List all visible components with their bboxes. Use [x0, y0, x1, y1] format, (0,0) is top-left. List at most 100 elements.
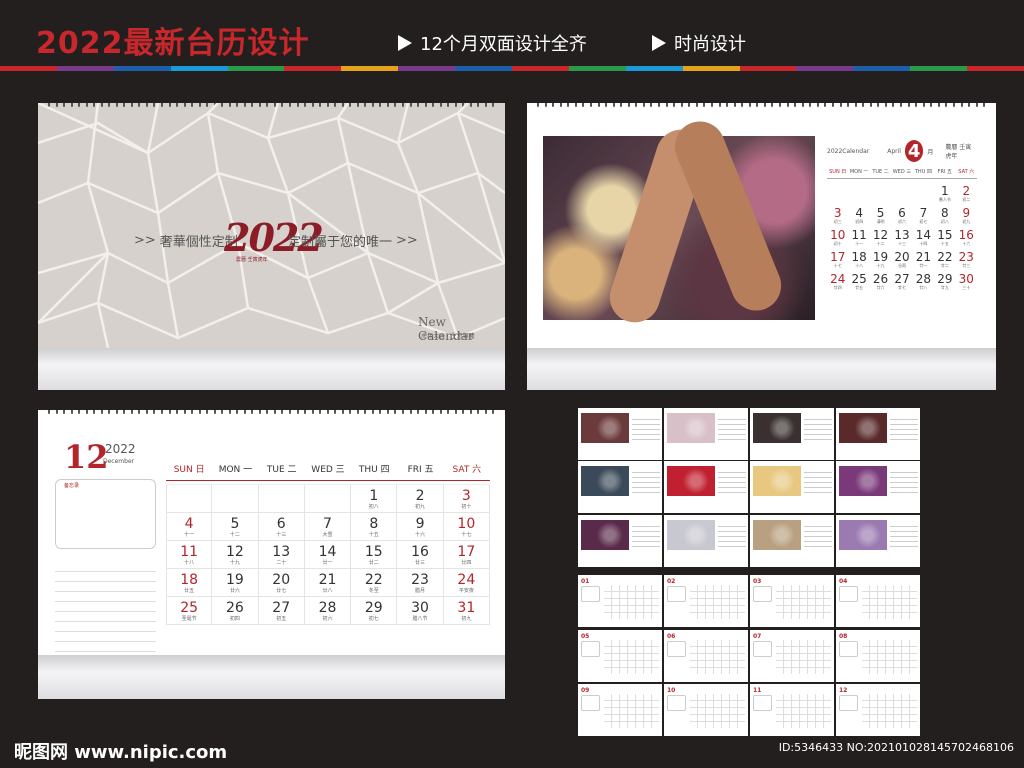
photo-thumbnail — [578, 461, 662, 513]
day-cell: 25 廿五 — [851, 272, 867, 290]
day-cell: 20 谷雨 — [894, 250, 910, 268]
month-grid-thumbnail: 09 — [578, 684, 662, 736]
memo-lines — [55, 562, 156, 652]
december-month-number: 12 — [64, 438, 109, 476]
month-thumbnails: 01 02 03 04 05 06 07 08 09 10 11 12 — [578, 408, 920, 736]
day-cell: 7 大雪 — [304, 513, 352, 541]
image-id: ID:5346433 NO:20210102814570246810​6 — [778, 741, 1014, 754]
weekday-label: SUN 日 — [829, 169, 847, 175]
day-cell: 25 圣诞节 — [166, 597, 213, 625]
site-logo: 昵图网 www.nipic.com — [14, 742, 228, 763]
day-cell: 4 初四 — [855, 206, 864, 224]
april-weekday-row: SUN 日 MON 一 TUE 二 WED 三 THU 四 FRI 五 SAT 六 — [827, 165, 977, 179]
day-cell: 3 初十 — [443, 485, 490, 513]
day-cell: 6 十三 — [258, 513, 305, 541]
month-grid-thumbnail: 11 — [750, 684, 834, 736]
weekday-label: TUE 二 — [872, 169, 889, 175]
april-days: 1 愚人节 2 初二 3 初三 4 初四 5 清明 6 初六 7 初七 8 初八 9 初九 10 初十 11 十一 12 十二… — [827, 185, 977, 291]
weekday-label: SUN 日 — [173, 465, 205, 475]
day-cell: 11 十八 — [166, 541, 213, 569]
photo-thumbnail — [664, 461, 748, 513]
day-cell: 21 廿八 — [304, 569, 352, 597]
cover-right-text: 定制屬于您的唯一 >> — [288, 233, 418, 250]
header: 2022最新台历设计 12个月双面设计全齐 时尚设计 — [0, 0, 1024, 71]
day-cell: 22 廿二 — [937, 250, 953, 268]
month-grid-thumbnail: 08 — [836, 630, 920, 682]
day-cell: 15 十五 — [937, 228, 953, 246]
day-cell: 5 十二 — [212, 513, 259, 541]
day-cell: 23 腊月 — [397, 569, 444, 597]
day-cell: 1 愚人节 — [938, 184, 951, 202]
day-cell: 20 廿七 — [258, 569, 305, 597]
day-cell — [891, 185, 912, 203]
day-cell: 27 廿七 — [894, 272, 910, 290]
weekday-label: WED 三 — [311, 465, 345, 475]
month-grid-thumbnail: 02 — [664, 575, 748, 627]
weekday-label: THU 四 — [358, 465, 390, 475]
day-cell: 2 初二 — [962, 184, 971, 202]
day-cell: 5 清明 — [876, 206, 885, 224]
weekday-label: FRI 五 — [937, 169, 953, 175]
month-grid-thumbnail: 10 — [664, 684, 748, 736]
day-cell: 17 廿四 — [443, 541, 490, 569]
day-cell: 4 十一 — [166, 513, 213, 541]
month-grid-thumbnail: 05 — [578, 630, 662, 682]
month-grid-thumbnail: 03 — [750, 575, 834, 627]
day-cell: 24 廿四 — [830, 272, 846, 290]
day-cell: 11 十一 — [851, 228, 867, 246]
weekday-label: TUE 二 — [266, 465, 297, 475]
cover-left-text: >> 奢華個性定制 — [134, 233, 238, 250]
day-cell: 6 初六 — [897, 206, 906, 224]
feature-1: 12个月双面设计全齐 — [398, 30, 587, 56]
day-cell: 31 初九 — [443, 597, 490, 625]
day-cell: 19 廿六 — [212, 569, 259, 597]
play-icon — [652, 35, 666, 51]
day-cell — [827, 185, 848, 203]
day-cell: 17 十七 — [830, 250, 846, 268]
photo-thumbnail — [664, 515, 748, 567]
day-cell: 13 二十 — [258, 541, 305, 569]
day-cell: 21 廿一 — [915, 250, 932, 268]
day-cell: 16 十六 — [958, 228, 974, 246]
day-cell: 28 廿八 — [915, 272, 932, 290]
day-cell: 1 初八 — [351, 485, 398, 513]
month-grid-thumbnail: 07 — [750, 630, 834, 682]
weekday-label: WED 三 — [892, 169, 912, 175]
day-cell: 26 初四 — [212, 597, 259, 625]
day-cell — [304, 485, 352, 513]
day-cell: 29 廿九 — [937, 272, 953, 290]
day-cell: 9 初九 — [962, 206, 971, 224]
december-month-name: December — [103, 458, 135, 465]
day-cell: 24 平安夜 — [443, 569, 490, 597]
day-cell — [848, 185, 869, 203]
day-cell: 14 十四 — [915, 228, 932, 246]
day-cell: 8 初八 — [940, 206, 949, 224]
photo-thumbnail — [750, 515, 834, 567]
day-cell: 23 廿三 — [958, 250, 974, 268]
photo-thumbnail — [578, 515, 662, 567]
day-cell: 15 廿二 — [351, 541, 398, 569]
day-cell: 10 十七 — [443, 513, 490, 541]
december-panel: 12 2022 December 备忘录 SUN 日 MON 一 TUE 二 WED … — [38, 410, 505, 655]
weekday-label: THU 四 — [914, 169, 932, 175]
day-cell: 30 腊八节 — [397, 597, 444, 625]
day-cell: 12 十九 — [212, 541, 259, 569]
day-cell: 22 冬至 — [351, 569, 398, 597]
day-cell: 9 十六 — [397, 513, 444, 541]
day-cell: 28 初六 — [304, 597, 352, 625]
photo-thumbnail — [750, 461, 834, 513]
stand-3 — [38, 655, 505, 699]
day-cell: 18 廿五 — [166, 569, 213, 597]
month-grid-thumbnail: 12 — [836, 684, 920, 736]
spiral-binding — [38, 410, 505, 414]
day-cell — [258, 485, 305, 513]
weekday-label: SAT 六 — [452, 465, 482, 475]
day-cell: 26 廿六 — [872, 272, 889, 290]
december-year: 2022 — [105, 442, 136, 456]
day-cell: 13 十三 — [894, 228, 910, 246]
day-cell — [212, 485, 259, 513]
day-cell — [166, 485, 213, 513]
day-cell — [913, 185, 934, 203]
stand-2 — [527, 348, 996, 390]
april-panel: 2022Calendar April 4 月 農曆 壬寅虎年 SUN 日 MON … — [527, 103, 996, 348]
